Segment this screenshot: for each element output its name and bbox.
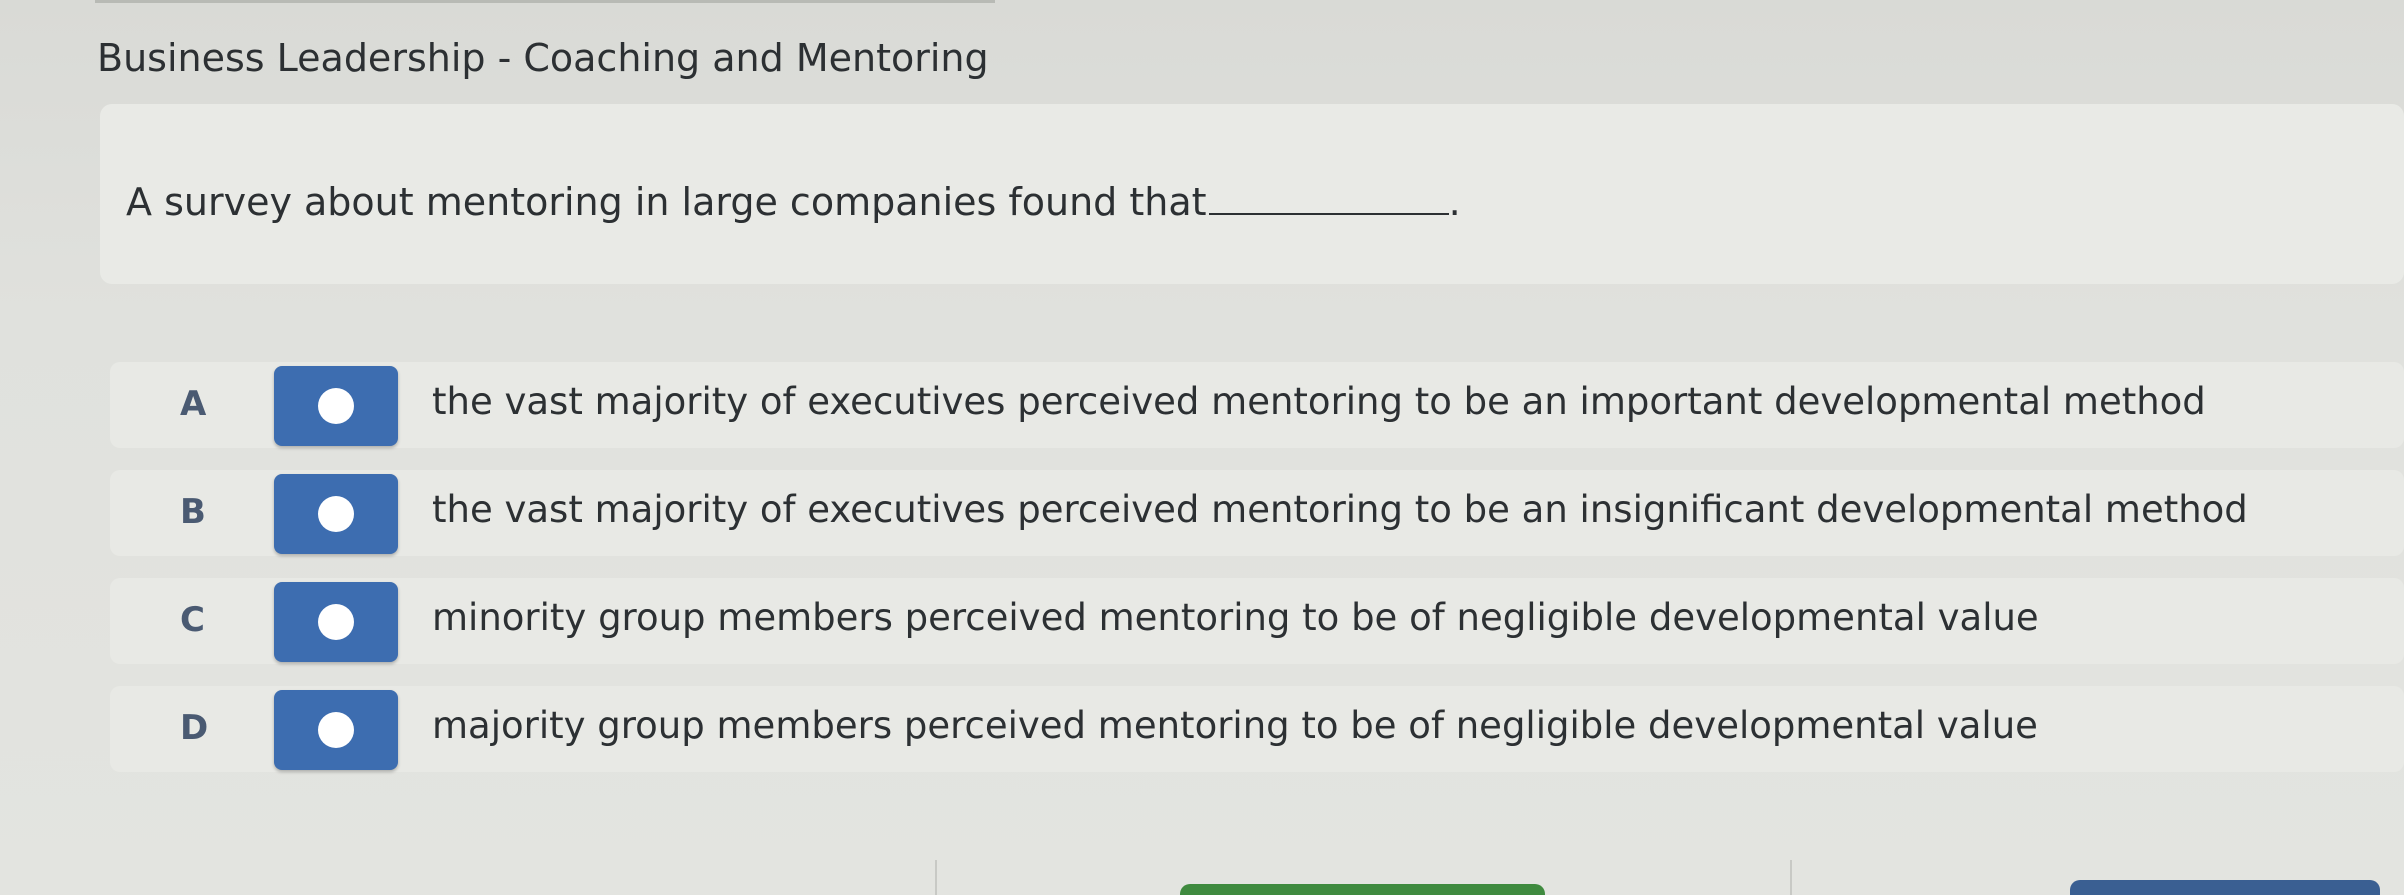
choice-button-d[interactable] — [274, 690, 398, 770]
footer-divider — [1790, 860, 1792, 895]
radio-circle-icon — [318, 496, 354, 532]
option-text: majority group members perceived mentori… — [432, 704, 2038, 747]
answer-blank — [1208, 213, 1449, 215]
radio-circle-icon — [318, 604, 354, 640]
choice-button-a[interactable] — [274, 366, 398, 446]
course-title: Business Leadership - Coaching and Mento… — [97, 36, 989, 80]
question-suffix: . — [1448, 180, 1461, 224]
option-text: the vast majority of executives perceive… — [432, 380, 2206, 423]
question-text: A survey about mentoring in large compan… — [126, 180, 1207, 224]
option-row-c[interactable]: C minority group members perceived mento… — [110, 578, 2404, 664]
question-prompt: A survey about mentoring in large compan… — [126, 180, 1461, 224]
choice-button-b[interactable] — [274, 474, 398, 554]
question-card: A survey about mentoring in large compan… — [100, 104, 2404, 284]
radio-circle-icon — [318, 388, 354, 424]
top-divider — [95, 0, 995, 3]
option-row-b[interactable]: B the vast majority of executives percei… — [110, 470, 2404, 556]
next-button[interactable] — [2070, 880, 2380, 895]
option-row-a[interactable]: A the vast majority of executives percei… — [110, 362, 2404, 448]
option-text: the vast majority of executives perceive… — [432, 488, 2248, 531]
option-row-d[interactable]: D majority group members perceived mento… — [110, 686, 2404, 772]
radio-circle-icon — [318, 712, 354, 748]
submit-button[interactable] — [1180, 884, 1545, 895]
footer-divider — [935, 860, 937, 895]
option-letter: D — [180, 708, 209, 748]
option-text: minority group members perceived mentori… — [432, 596, 2039, 639]
answer-options: A the vast majority of executives percei… — [110, 362, 2404, 794]
option-letter: C — [180, 600, 205, 640]
option-letter: B — [180, 492, 206, 532]
choice-button-c[interactable] — [274, 582, 398, 662]
option-letter: A — [180, 384, 207, 424]
